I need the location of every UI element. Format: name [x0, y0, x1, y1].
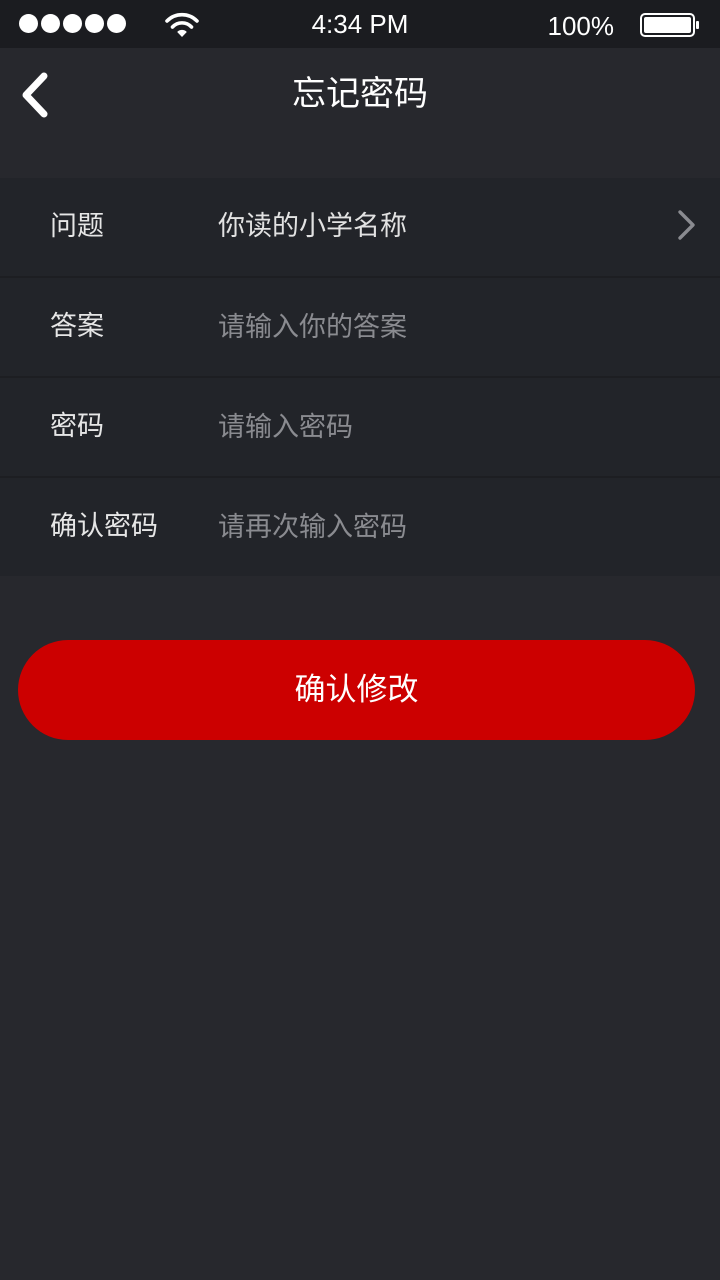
confirm-password-row: 确认密码 [0, 478, 720, 576]
page-title: 忘记密码 [292, 74, 428, 114]
password-row: 密码 [0, 378, 720, 478]
confirm-password-input[interactable] [218, 478, 678, 576]
password-label: 密码 [50, 411, 104, 442]
confirm-change-button[interactable]: 确认修改 [18, 640, 695, 740]
answer-label: 答案 [50, 311, 104, 342]
status-bar: 4:34 PM 100% [0, 0, 720, 48]
form-list: 问题 你读的小学名称 答案 密码 确认密码 [0, 178, 720, 576]
battery-percent: 100% [547, 11, 615, 41]
answer-input[interactable] [218, 278, 678, 376]
question-row[interactable]: 问题 你读的小学名称 [0, 178, 720, 278]
chevron-right-icon [678, 210, 695, 240]
battery-icon [640, 13, 699, 37]
nav-bar: 忘记密码 [0, 48, 720, 140]
question-value: 你读的小学名称 [218, 211, 407, 242]
question-label: 问题 [50, 211, 104, 242]
password-input[interactable] [218, 378, 678, 476]
confirm-password-label: 确认密码 [50, 511, 158, 542]
answer-row: 答案 [0, 278, 720, 378]
